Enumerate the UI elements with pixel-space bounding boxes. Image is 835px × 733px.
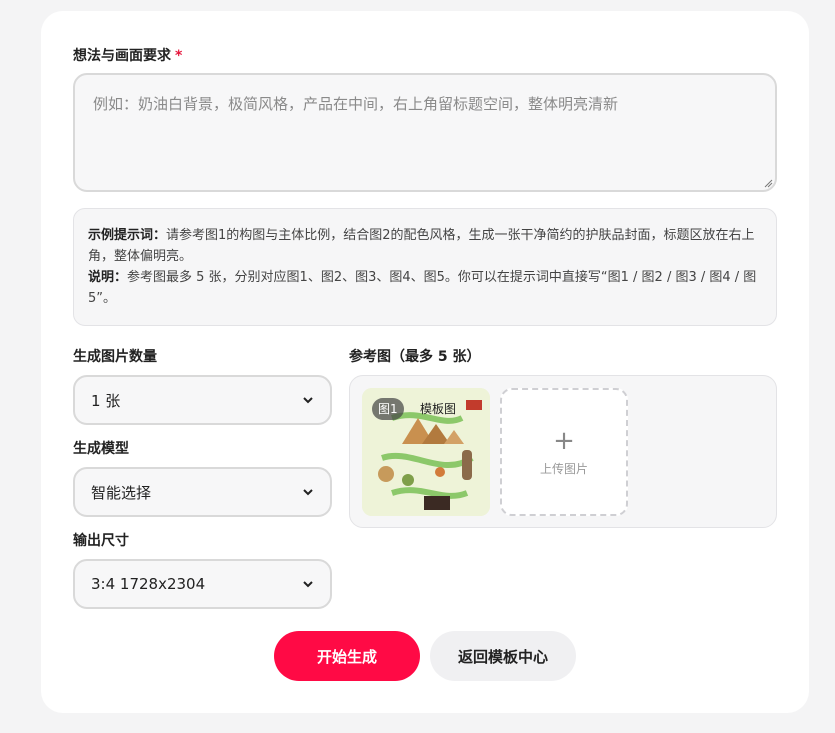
reference-images: 图1 模板图 + 上传图片 xyxy=(349,375,777,528)
model-select[interactable]: 智能选择 xyxy=(73,467,332,517)
resize-grip-icon[interactable] xyxy=(763,178,773,188)
form-card: 想法与画面要求 * 例如：奶油白背景，极简风格，产品在中间，右上角留标题空间，整体… xyxy=(41,11,809,713)
example-text: 请参考图1的构图与主体比例，结合图2的配色风格，生成一张干净简约的护肤品封面，标… xyxy=(88,228,755,264)
size-value: 3:4 1728x2304 xyxy=(91,575,206,593)
reference-thumbnail[interactable]: 图1 模板图 xyxy=(362,388,490,516)
size-label: 输出尺寸 xyxy=(73,533,129,549)
thumb-index-badge: 图1 xyxy=(372,398,404,420)
upload-label: 上传图片 xyxy=(539,461,588,476)
note-title: 说明： xyxy=(88,270,128,285)
chevron-down-icon xyxy=(303,581,313,588)
example-prompt: 示例提示词：请参考图1的构图与主体比例，结合图2的配色风格，生成一张干净简约的护… xyxy=(88,225,762,267)
prompt-hint-box: 示例提示词：请参考图1的构图与主体比例，结合图2的配色风格，生成一张干净简约的护… xyxy=(73,208,777,326)
chevron-down-icon xyxy=(303,397,313,404)
note-text: 参考图最多 5 张，分别对应图1、图2、图3、图4、图5。你可以在提示词中直接写… xyxy=(88,270,757,306)
required-mark: * xyxy=(175,48,183,64)
count-value: 1 张 xyxy=(91,391,121,410)
start-generate-button[interactable]: 开始生成 xyxy=(274,631,420,681)
reference-label: 参考图（最多 5 张） xyxy=(349,349,481,365)
plus-icon: + xyxy=(553,425,575,456)
count-select[interactable]: 1 张 xyxy=(73,375,332,425)
upload-image-button[interactable]: + 上传图片 xyxy=(500,388,628,516)
back-to-templates-button[interactable]: 返回模板中心 xyxy=(430,631,576,681)
note: 说明：参考图最多 5 张，分别对应图1、图2、图3、图4、图5。你可以在提示词中… xyxy=(88,267,762,309)
idea-placeholder: 例如：奶油白背景，极简风格，产品在中间，右上角留标题空间，整体明亮清新 xyxy=(93,95,619,113)
chevron-down-icon xyxy=(303,489,313,496)
size-select[interactable]: 3:4 1728x2304 xyxy=(73,559,332,609)
thumb-tag: 模板图 xyxy=(420,402,457,416)
idea-label: 想法与画面要求 * xyxy=(73,48,183,64)
idea-textarea[interactable]: 例如：奶油白背景，极简风格，产品在中间，右上角留标题空间，整体明亮清新 xyxy=(73,73,777,192)
count-label: 生成图片数量 xyxy=(73,349,157,365)
example-title: 示例提示词： xyxy=(88,228,167,243)
model-value: 智能选择 xyxy=(91,483,152,502)
model-label: 生成模型 xyxy=(73,441,129,457)
